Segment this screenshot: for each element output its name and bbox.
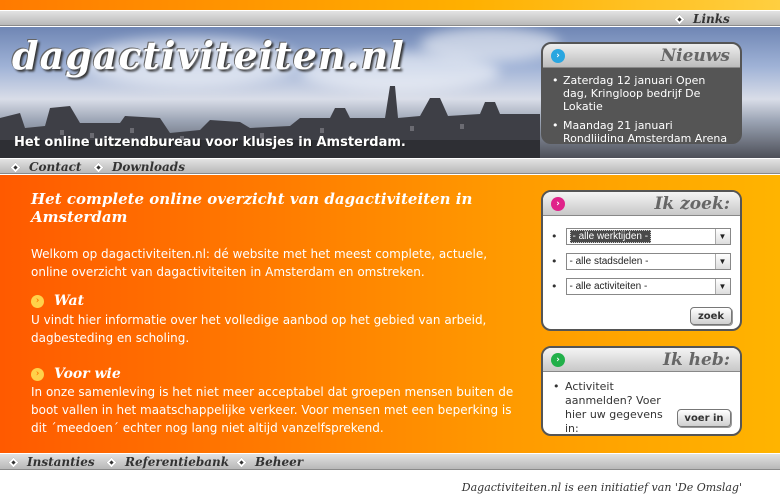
register-button[interactable]: voer in: [677, 409, 731, 427]
diamond-bullet-icon: [236, 457, 247, 467]
select-row: • - alle activiteiten - ▼: [551, 278, 731, 295]
search-box: › Ik zoek: • - alle werktijden - ▼ • - a…: [541, 190, 742, 331]
news-list: Zaterdag 12 januari Open dag, Kringloop …: [543, 68, 740, 142]
nav-contact[interactable]: Contact: [10, 159, 82, 175]
diamond-bullet-icon: [106, 457, 117, 467]
links-label: Links: [693, 12, 730, 26]
chevron-down-icon: ▼: [714, 279, 730, 294]
chevron-down-icon: ▼: [714, 254, 730, 269]
nav-instanties[interactable]: Instanties: [8, 454, 95, 470]
search-title: Ik zoek:: [654, 193, 730, 214]
top-nav-bar: Links: [0, 10, 780, 26]
nav-downloads[interactable]: Downloads: [93, 159, 185, 175]
nav-instanties-label: Instanties: [27, 455, 95, 469]
news-item[interactable]: Zaterdag 12 januari Open dag, Kringloop …: [551, 74, 732, 113]
main-heading: Het complete online overzicht van dagact…: [31, 190, 473, 226]
nav-beheer-label: Beheer: [255, 455, 304, 469]
nav-referentiebank-label: Referentiebank: [125, 455, 230, 469]
section-text-voor-wie: In onze samenleving is het niet meer acc…: [31, 385, 514, 435]
tagline: Het online uitzendbureau voor klusjes in…: [14, 135, 406, 150]
nav-beheer[interactable]: Beheer: [236, 454, 304, 470]
section-title-wat: › Wat: [31, 293, 84, 309]
register-text: • Activiteit aanmelden? Voer hier uw geg…: [553, 380, 663, 435]
news-item[interactable]: Maandag 21 januari Rondlijding Amsterdam…: [551, 119, 732, 142]
secondary-nav-bar: Contact Downloads: [0, 158, 780, 174]
section-text-wat: U vindt hier informatie over het volledi…: [31, 313, 487, 345]
site-title[interactable]: dagactiviteiten.nl: [12, 33, 405, 78]
nav-downloads-label: Downloads: [112, 160, 185, 174]
select-row: • - alle stadsdelen - ▼: [551, 253, 731, 270]
diamond-bullet-icon: [93, 162, 104, 172]
news-box: › Nieuws Zaterdag 12 januari Open dag, K…: [541, 42, 742, 144]
register-box: › Ik heb: • Activiteit aanmelden? Voer h…: [541, 346, 742, 436]
footer-text: Dagactiviteiten.nl is een initiatief van…: [461, 481, 742, 494]
top-accent-strip: [0, 0, 780, 10]
register-title: Ik heb:: [663, 349, 730, 370]
news-title: Nieuws: [660, 45, 730, 66]
arrow-right-icon: ›: [551, 196, 565, 211]
search-button[interactable]: zoek: [690, 307, 732, 325]
search-box-header: › Ik zoek:: [543, 192, 740, 216]
bottom-nav-bar: Instanties Referentiebank Beheer: [0, 453, 780, 470]
register-box-header: › Ik heb:: [543, 348, 740, 372]
links-link[interactable]: Links: [674, 11, 730, 27]
werktijden-select[interactable]: - alle werktijden - ▼: [565, 228, 731, 245]
arrow-right-icon: ›: [31, 294, 44, 308]
diamond-bullet-icon: [8, 457, 19, 467]
news-box-header: › Nieuws: [543, 44, 740, 68]
arrow-right-icon: ›: [31, 367, 44, 381]
activiteiten-select[interactable]: - alle activiteiten - ▼: [565, 278, 731, 295]
select-row: • - alle werktijden - ▼: [551, 228, 731, 245]
diamond-bullet-icon: [674, 14, 685, 24]
section-title-text: Wat: [54, 293, 85, 309]
nav-contact-label: Contact: [29, 160, 82, 174]
section-title-text: Voor wie: [54, 366, 121, 382]
arrow-right-icon: ›: [551, 48, 565, 63]
section-title-voor-wie: › Voor wie: [31, 366, 121, 382]
nav-referentiebank[interactable]: Referentiebank: [106, 454, 230, 470]
arrow-right-icon: ›: [551, 352, 565, 367]
diamond-bullet-icon: [10, 162, 21, 172]
chevron-down-icon: ▼: [714, 229, 730, 244]
stadsdelen-select[interactable]: - alle stadsdelen - ▼: [565, 253, 731, 270]
intro-text: Welkom op dagactiviteiten.nl: dé website…: [31, 247, 488, 279]
